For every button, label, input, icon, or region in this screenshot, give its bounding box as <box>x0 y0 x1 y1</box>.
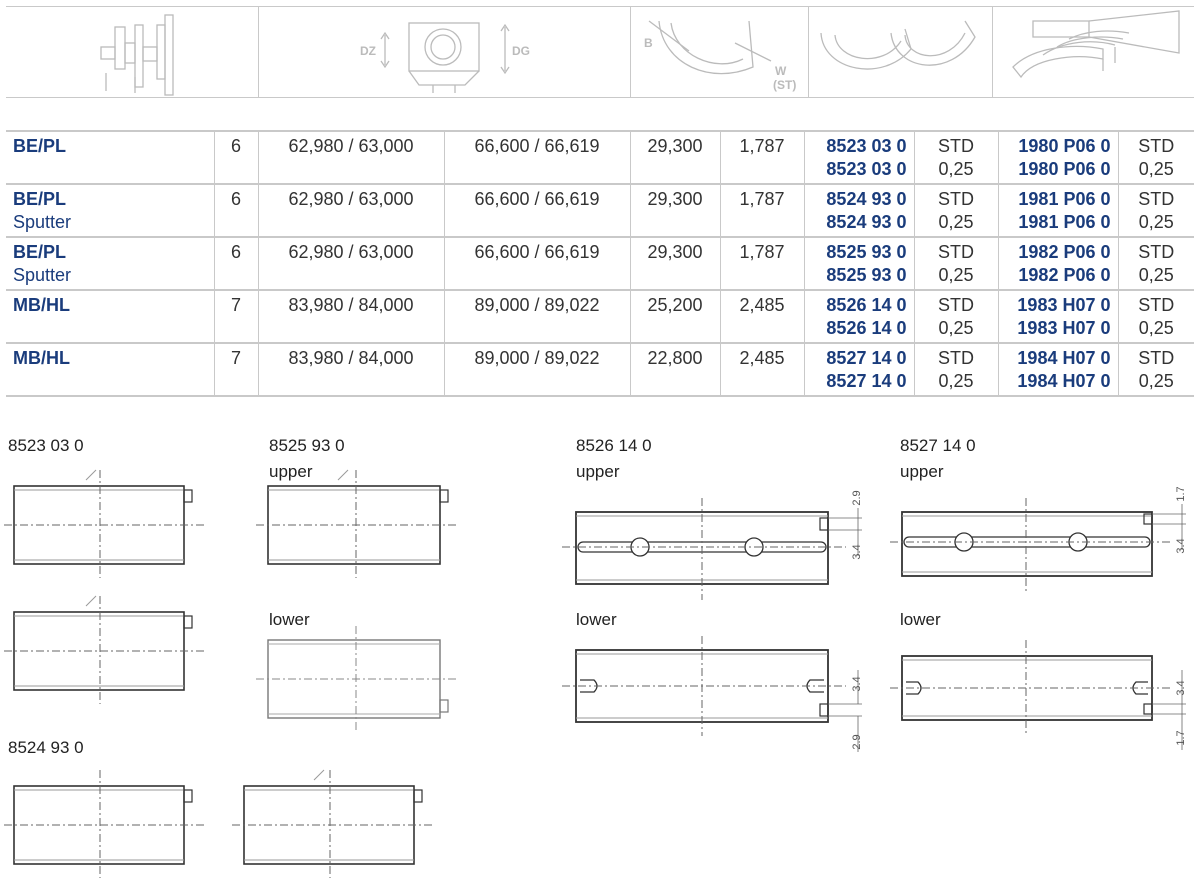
bearing-shell-drawings: 2.9 3.4 3.4 2.9 1.7 3.4 3.4 1.7 <box>4 469 1187 878</box>
dim-8526-lower-b: 3.4 <box>851 676 863 691</box>
shell-8524-lower <box>232 769 432 878</box>
shell-8527-upper <box>890 498 1186 592</box>
shell-8525-lower <box>256 626 456 732</box>
shell-8525-upper <box>256 469 456 578</box>
shell-8527-lower <box>890 640 1186 750</box>
shell-8523-lower <box>4 595 204 704</box>
dim-8527-lower-a: 1.7 <box>1175 730 1187 745</box>
shell-8526-upper <box>562 498 862 600</box>
dim-8526-upper-a: 2.9 <box>851 490 863 505</box>
shell-8524-upper <box>4 770 204 878</box>
dim-8527-lower-b: 3.4 <box>1175 680 1187 695</box>
dim-8527-upper-b: 3.4 <box>1175 538 1187 553</box>
shell-8523-upper <box>4 469 204 578</box>
shell-8526-lower <box>562 636 862 752</box>
dim-8526-upper-b: 3.4 <box>851 544 863 559</box>
dim-8526-lower-a: 2.9 <box>851 734 863 749</box>
dim-8527-upper-a: 1.7 <box>1175 486 1187 501</box>
